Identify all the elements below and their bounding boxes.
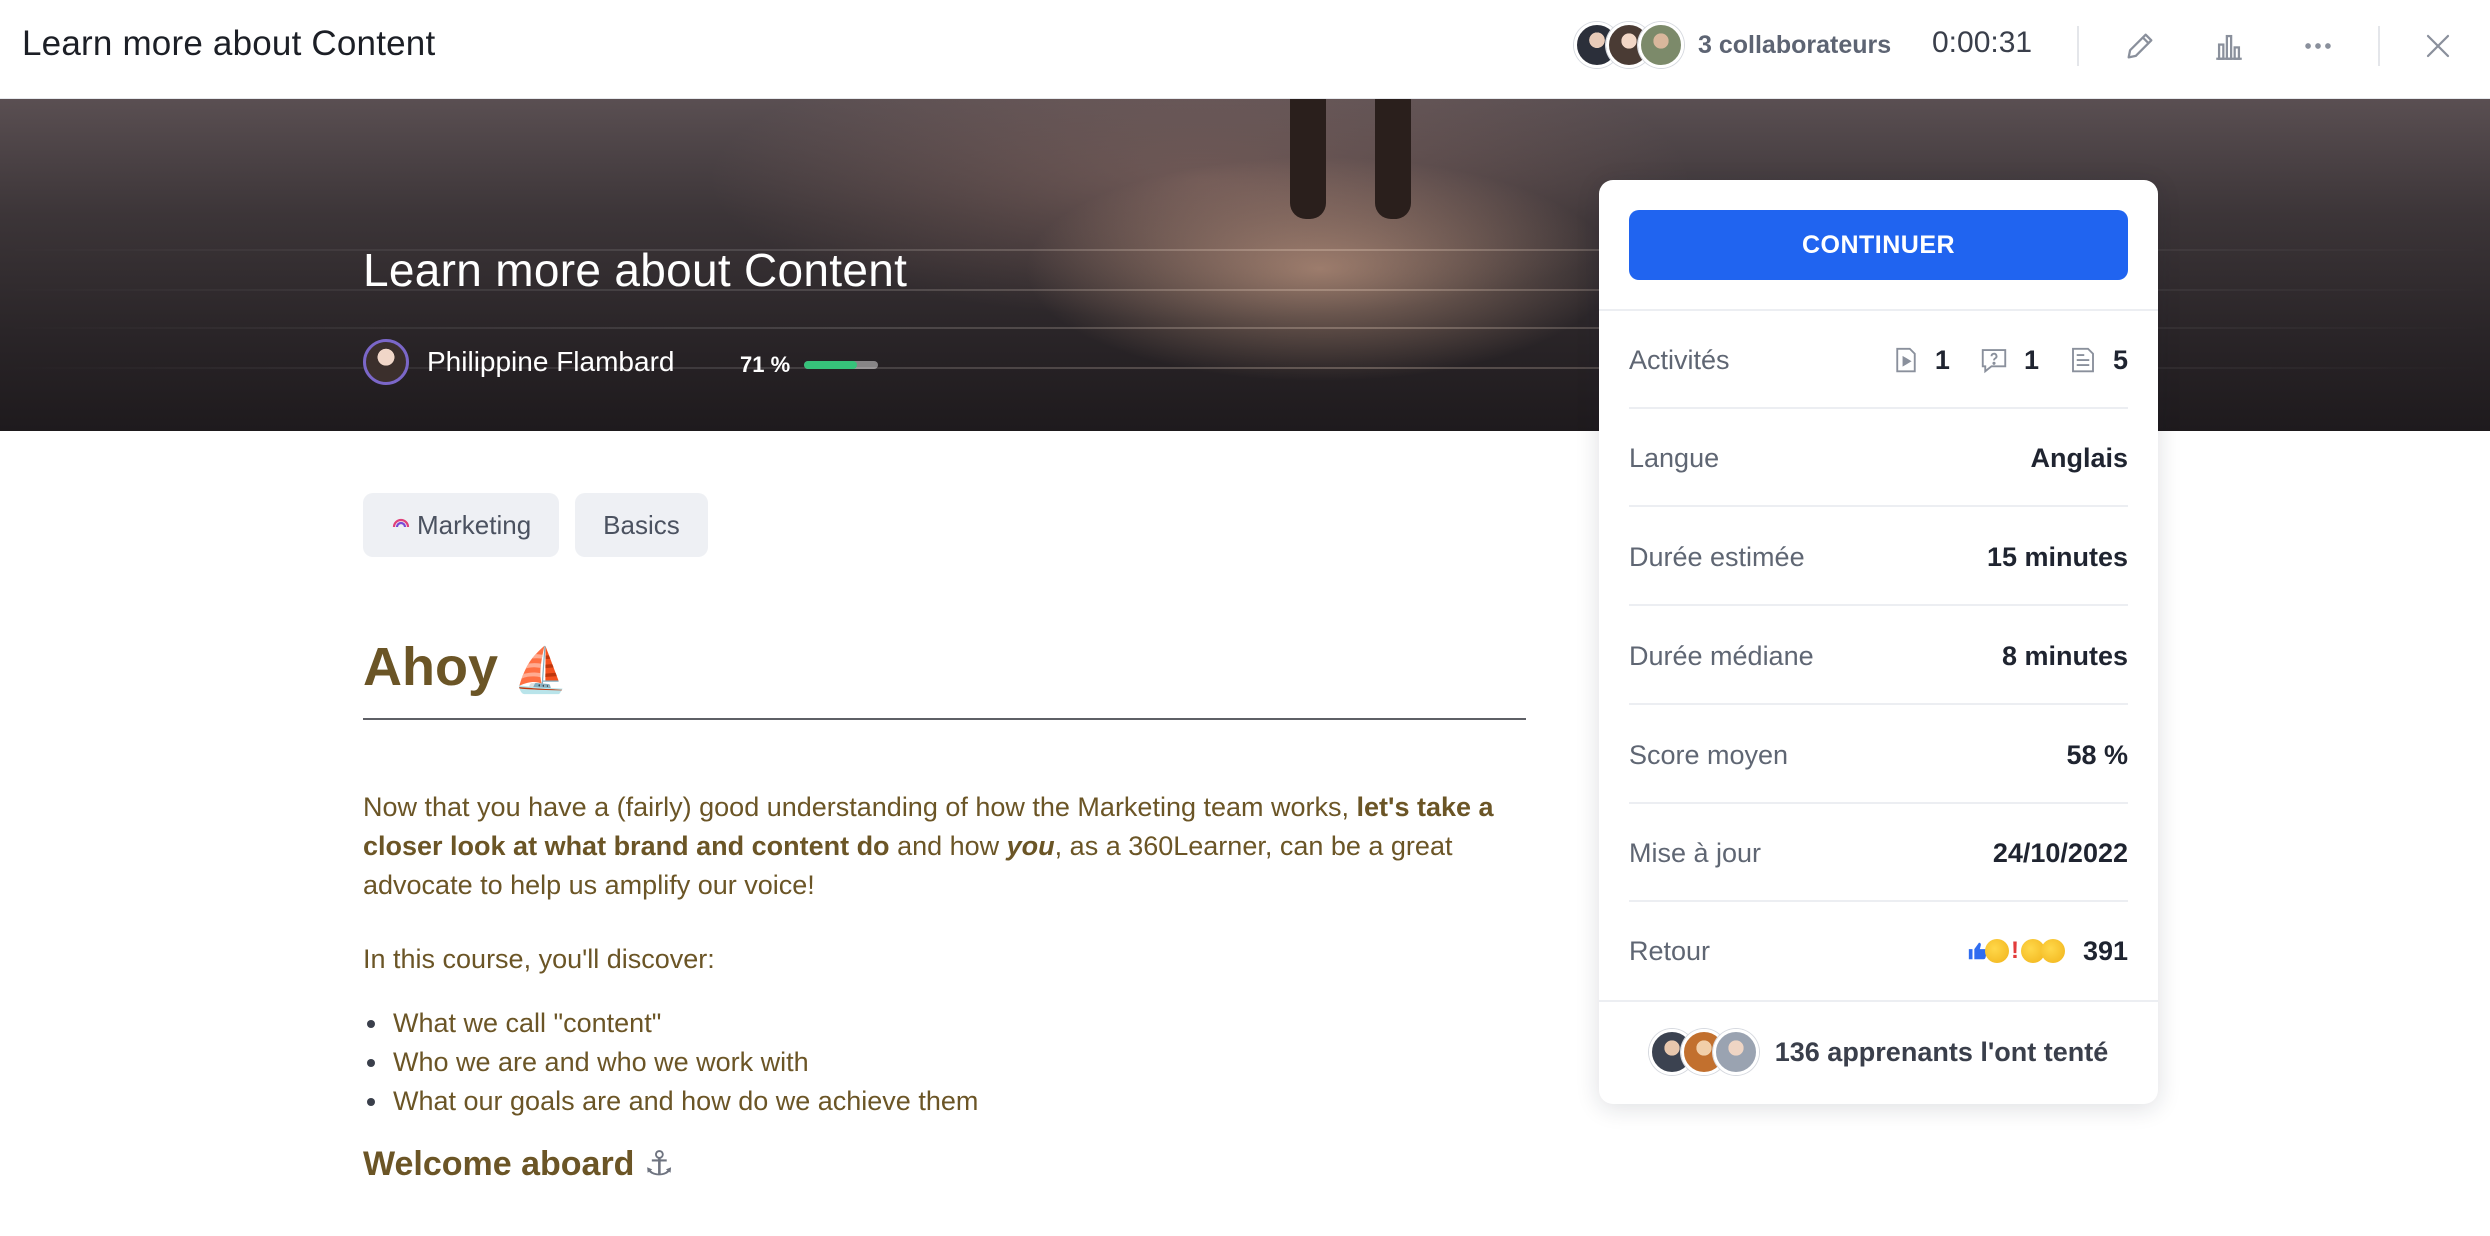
row-label: Retour <box>1629 935 1711 966</box>
tag-label: Marketing <box>417 509 532 540</box>
row-label: Durée médiane <box>1629 640 1814 671</box>
activity-video: 1 <box>1891 345 1950 376</box>
row-value: 58 % <box>2066 739 2128 770</box>
timer: 0:00:31 <box>1932 26 2033 59</box>
row-label: Activités <box>1629 344 1730 375</box>
row-value: 8 minutes <box>2001 640 2128 671</box>
progress-fill <box>804 361 857 369</box>
list-item: Who we are and who we work with <box>363 1043 978 1082</box>
row-label: Langue <box>1629 442 1720 473</box>
bullet-list: What we call "content" Who we are and wh… <box>363 1004 978 1121</box>
top-bar: Learn more about Content 3 collaborateur… <box>0 0 2490 99</box>
tag-label: Basics <box>603 509 680 540</box>
anchor-icon: ⚓ <box>643 1145 675 1183</box>
divider <box>1629 703 2128 705</box>
sailboat-icon: ⛵ <box>513 646 568 695</box>
author-name: Philippine Flambard <box>427 346 675 377</box>
bar-chart-icon[interactable] <box>2205 22 2253 70</box>
progress-label: 71 % <box>740 352 791 377</box>
course-title: Learn more about Content <box>363 244 908 296</box>
collaborators[interactable]: 3 collaborateurs <box>1574 22 1891 68</box>
divider <box>2077 26 2079 66</box>
divider <box>1629 505 2128 507</box>
row-estimated-duration: Durée estimée 15 minutes <box>1629 508 2128 606</box>
tag-list: Marketing Basics <box>363 493 708 557</box>
section-heading: Ahoy ⛵ <box>363 636 568 698</box>
feedback-emojis: ! <box>1967 937 2065 965</box>
avatar <box>1712 1029 1759 1075</box>
close-icon[interactable] <box>2414 22 2462 70</box>
intro-paragraph: Now that you have a (fairly) good unders… <box>363 788 1528 905</box>
activities-counts: 1 1 5 <box>1863 345 2128 376</box>
list-item: What our goals are and how do we achieve… <box>363 1082 978 1121</box>
row-median-duration: Durée médiane 8 minutes <box>1629 607 2128 705</box>
collaborator-avatars <box>1574 22 1684 68</box>
learners-summary[interactable]: 136 apprenants l'ont tenté <box>1599 1000 2158 1104</box>
smirk-face-icon <box>2040 939 2065 963</box>
more-icon[interactable] <box>2294 22 2342 70</box>
activity-count: 5 <box>2112 344 2128 375</box>
learners-label: 136 apprenants l'ont tenté <box>1774 1036 2109 1067</box>
progress-track <box>804 361 879 369</box>
row-activities: Activités 1 1 5 <box>1629 311 2128 409</box>
author[interactable]: Philippine Flambard <box>363 339 674 385</box>
feedback-summary: ! 391 <box>1967 936 2128 967</box>
row-updated: Mise à jour 24/10/2022 <box>1629 804 2128 902</box>
tag-basics[interactable]: Basics <box>575 493 708 557</box>
row-feedback[interactable]: Retour ! 391 <box>1629 902 2128 1000</box>
row-label: Durée estimée <box>1629 541 1805 572</box>
course-progress: 71 % <box>740 352 879 378</box>
thinking-face-icon <box>1984 939 2009 963</box>
feedback-count: 391 <box>2082 935 2128 966</box>
tag-marketing[interactable]: Marketing <box>363 493 560 557</box>
row-language: Langue Anglais <box>1629 409 2128 507</box>
rainbow-icon <box>391 512 411 538</box>
divider <box>2378 26 2380 66</box>
collaborators-label: 3 collaborateurs <box>1698 30 1892 59</box>
text-icon <box>2072 347 2094 373</box>
author-avatar <box>363 339 409 385</box>
sub-heading-text: Welcome aboard <box>363 1145 635 1183</box>
video-icon <box>1896 347 1916 373</box>
row-value: 15 minutes <box>1986 541 2128 572</box>
list-item: What we call "content" <box>363 1004 978 1043</box>
heading-text: Ahoy <box>363 637 498 697</box>
row-value: 24/10/2022 <box>1992 837 2128 868</box>
window-title: Learn more about Content <box>22 24 436 63</box>
activity-count: 1 <box>2023 344 2039 375</box>
para-text: Now that you have a (fairly) good unders… <box>363 792 1357 822</box>
activity-count: 1 <box>1934 344 1950 375</box>
divider <box>1629 604 2128 606</box>
heading-divider <box>363 718 1526 720</box>
row-average-score: Score moyen 58 % <box>1629 706 2128 804</box>
para-text: and how <box>889 831 1007 861</box>
sub-heading: Welcome aboard ⚓ <box>363 1144 674 1184</box>
continue-button[interactable]: CONTINUER <box>1629 210 2128 280</box>
row-label: Score moyen <box>1629 739 1789 770</box>
avatar <box>1638 22 1684 68</box>
row-label: Mise à jour <box>1629 837 1762 868</box>
discover-intro: In this course, you'll discover: <box>363 944 715 974</box>
activity-question: 1 <box>1978 345 2039 376</box>
para-italic-text: you <box>1006 831 1055 861</box>
learner-avatars <box>1648 1029 1759 1075</box>
row-value: Anglais <box>2030 442 2128 473</box>
course-info-card: CONTINUER Activités 1 1 5 Langue Anglais… <box>1599 180 2158 1104</box>
pencil-icon[interactable] <box>2116 22 2164 70</box>
exclamation-icon: ! <box>2010 937 2019 964</box>
question-icon <box>1981 349 2007 374</box>
activity-text: 5 <box>2067 345 2128 376</box>
